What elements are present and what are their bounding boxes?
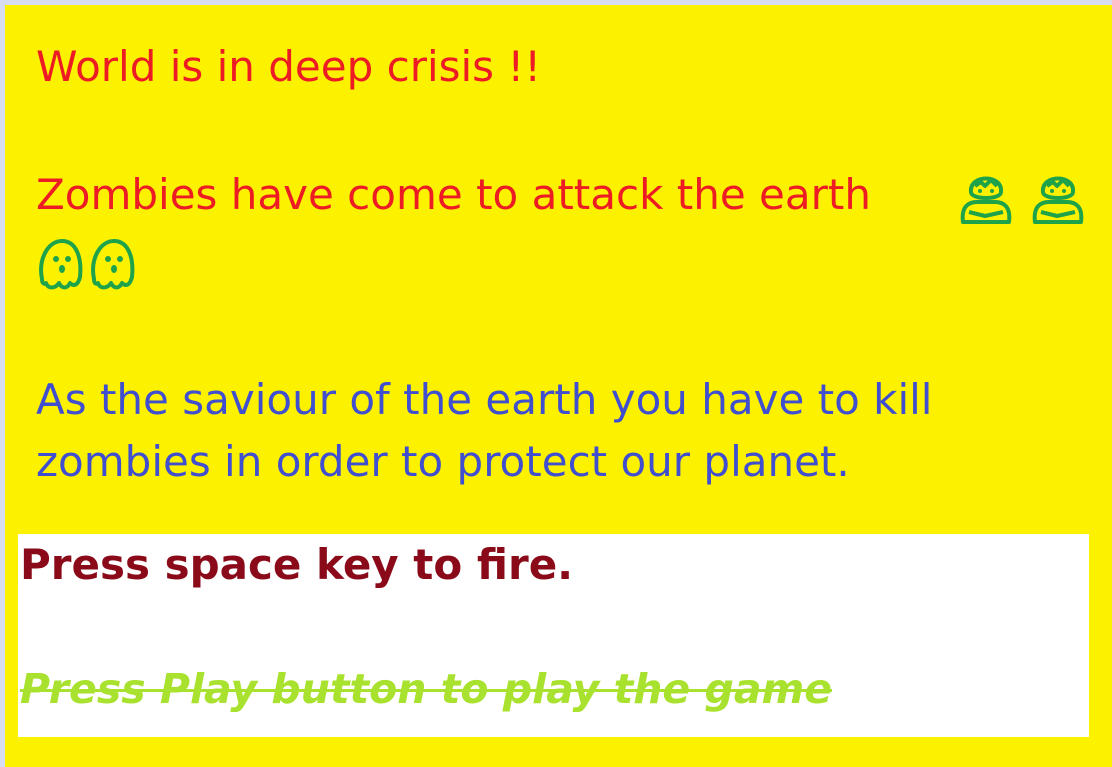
ghost-icon <box>39 239 83 290</box>
ghost-icon <box>91 239 135 290</box>
zombie-icon <box>1032 176 1084 224</box>
instructions-panel: Press space key to fire. Press Play butt… <box>18 534 1089 737</box>
fire-instruction: Press space key to fire. <box>20 540 574 589</box>
crisis-headline: World is in deep crisis !! <box>36 42 542 91</box>
zombie-icon <box>960 176 1012 224</box>
mission-text-line-1: As the saviour of the earth you have to … <box>36 375 933 424</box>
game-intro-screen: World is in deep crisis !! Zombies have … <box>5 5 1112 767</box>
play-instruction: Press Play button to play the game <box>20 665 833 713</box>
zombie-attack-text: Zombies have come to attack the earth <box>36 170 871 219</box>
mission-text-line-2: zombies in order to protect our planet. <box>36 437 850 486</box>
